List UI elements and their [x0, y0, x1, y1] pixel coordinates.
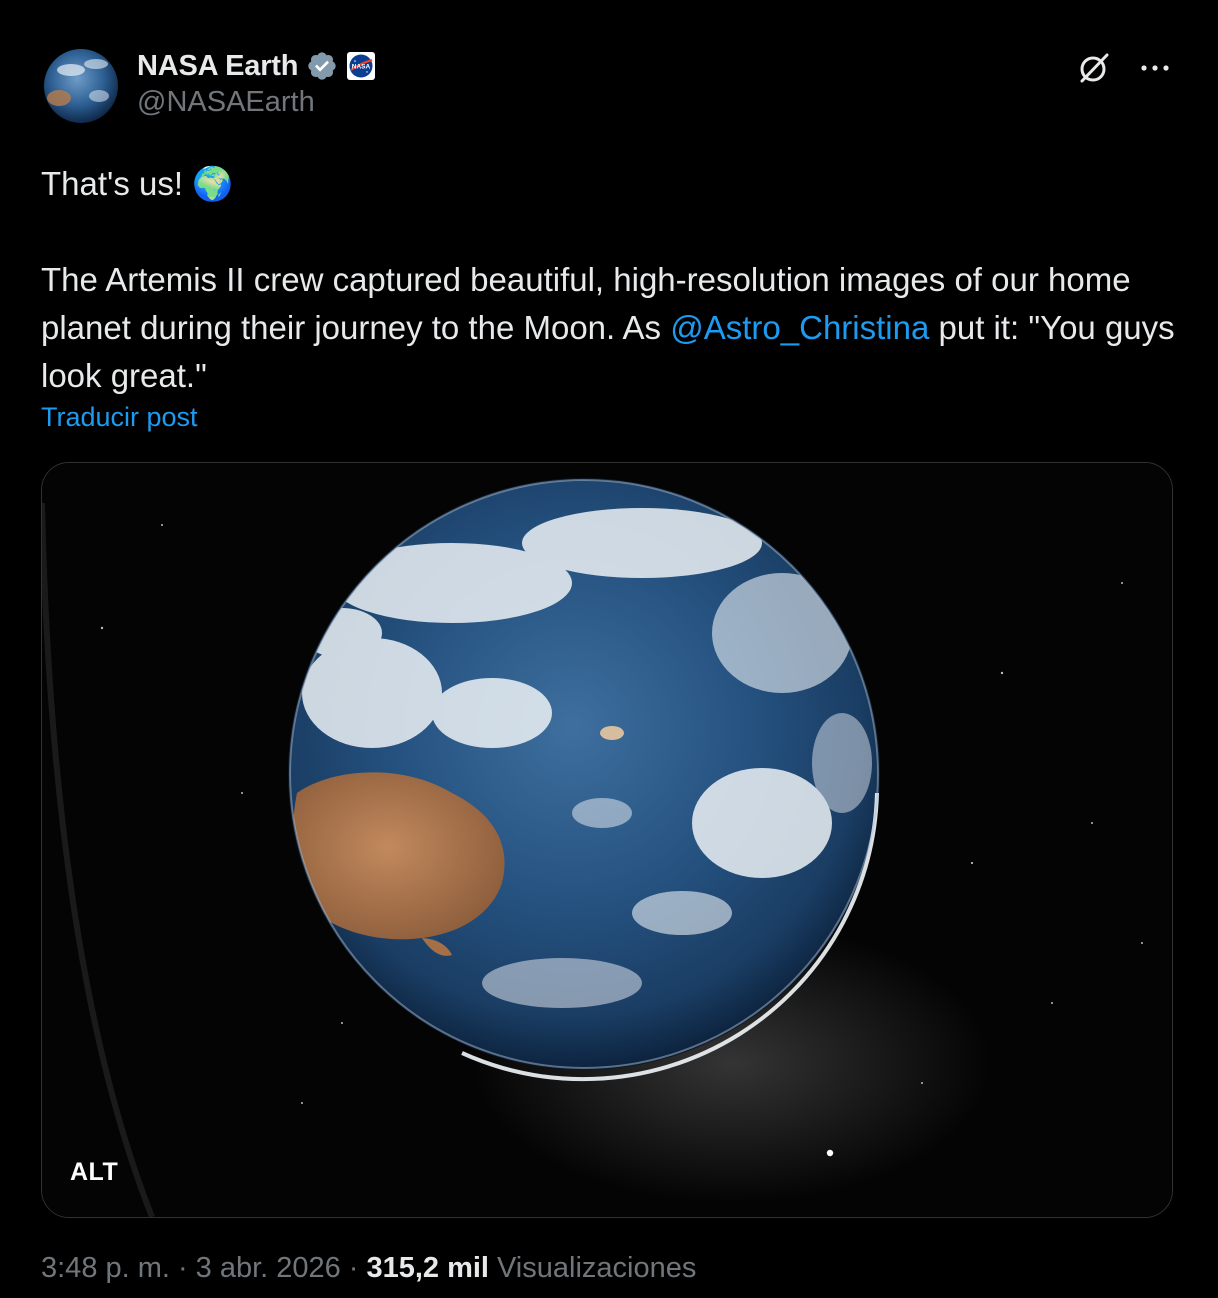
- author-name-row: NASA Earth NASA: [137, 46, 376, 86]
- globe-emoji-icon: 🌍: [192, 165, 234, 202]
- post-text: That's us! 🌍 The Artemis II crew capture…: [41, 160, 1181, 400]
- verified-badge-icon: [306, 50, 338, 82]
- post: NASA Earth NASA @NASAEarth That's us! 🌍 …: [0, 0, 1218, 1298]
- post-text-greeting: That's us!: [41, 165, 184, 202]
- post-text-paragraph: The Artemis II crew captured beautiful, …: [41, 256, 1181, 400]
- earth-photo: [42, 463, 1172, 1217]
- mention-link[interactable]: @Astro_Christina: [670, 309, 929, 346]
- post-meta: 3:48 p. m. · 3 abr. 2026 · 315,2 mil Vis…: [41, 1252, 696, 1285]
- meta-separator: ·: [177, 1252, 188, 1284]
- post-text-line1: That's us! 🌍: [41, 160, 1181, 208]
- meta-separator: ·: [348, 1252, 359, 1284]
- avatar[interactable]: [41, 46, 121, 126]
- earth-avatar-icon: [41, 46, 121, 126]
- author-handle[interactable]: @NASAEarth: [137, 86, 315, 119]
- author-display-name[interactable]: NASA Earth: [137, 50, 298, 83]
- more-options-icon[interactable]: [1140, 63, 1170, 73]
- nasa-logo-icon[interactable]: NASA: [346, 51, 376, 81]
- post-time[interactable]: 3:48 p. m.: [41, 1252, 170, 1285]
- views-count[interactable]: 315,2 mil: [366, 1252, 489, 1285]
- post-media-image[interactable]: ALT: [41, 462, 1173, 1218]
- svg-text:NASA: NASA: [352, 64, 371, 71]
- post-date[interactable]: 3 abr. 2026: [196, 1252, 341, 1285]
- alt-text-badge[interactable]: ALT: [70, 1158, 118, 1187]
- translate-post-link[interactable]: Traducir post: [41, 402, 198, 433]
- post-top-actions: [1076, 48, 1170, 88]
- grok-icon[interactable]: [1076, 50, 1112, 86]
- views-label[interactable]: Visualizaciones: [497, 1252, 696, 1285]
